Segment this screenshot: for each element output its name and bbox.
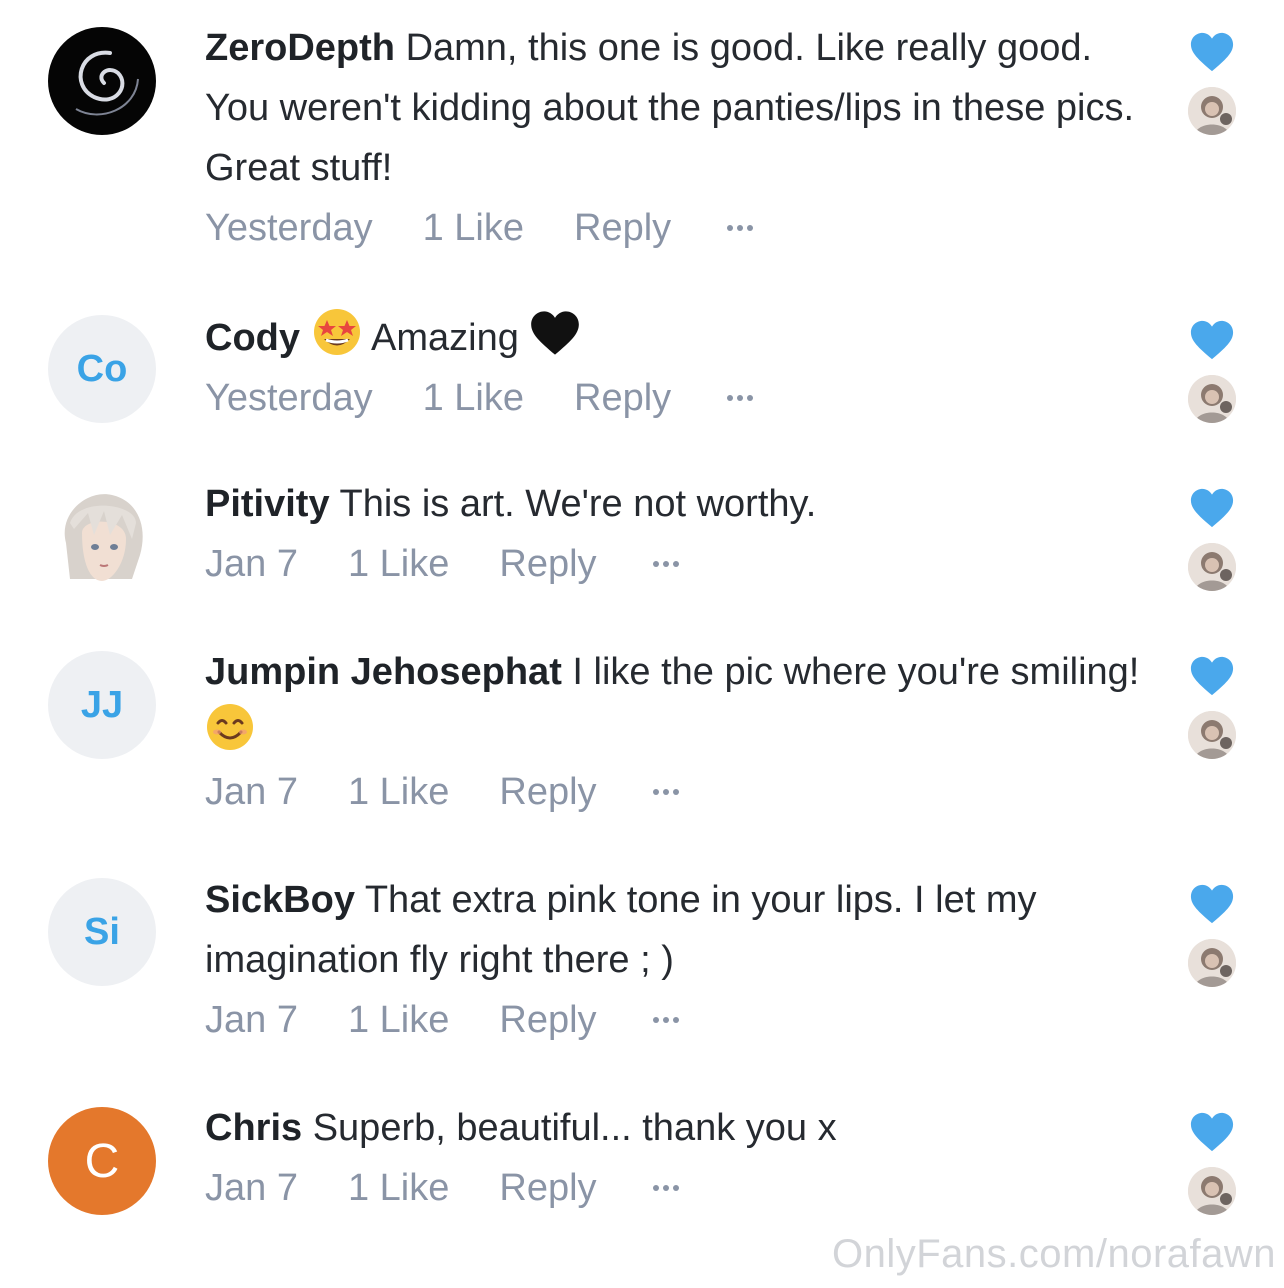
heart-icon[interactable] [1189, 318, 1235, 362]
like-count[interactable]: 1 Like [423, 207, 524, 250]
comment-text: Cody Amazing [205, 306, 1155, 368]
comment-text: SickBoy That extra pink tone in your lip… [205, 870, 1155, 990]
comment-body: This is art. We're not worthy. [339, 483, 817, 525]
comment-body: I like the pic where you're smiling! [572, 651, 1140, 693]
avatar[interactable] [48, 483, 156, 591]
star-struck-emoji-icon [313, 309, 360, 355]
comment-author[interactable]: Cody [205, 317, 300, 359]
comments-screen: ZeroDepth Damn, this one is good. Like r… [0, 0, 1284, 1288]
comment-body: Superb, beautiful... thank you x [312, 1107, 837, 1149]
more-options-icon[interactable] [727, 395, 754, 401]
avatar-initials: Co [76, 347, 128, 390]
reply-button[interactable]: Reply [499, 999, 596, 1042]
comment-text: ZeroDepth Damn, this one is good. Like r… [205, 18, 1155, 198]
smiling-face-emoji-icon [207, 704, 253, 750]
watermark: OnlyFans.com/norafawn [831, 1232, 1276, 1276]
liker-avatar[interactable] [1188, 1167, 1236, 1215]
comment-text: Jumpin Jehosephat I like the pic where y… [205, 642, 1155, 762]
comment-author[interactable]: Pitivity [205, 483, 330, 525]
reply-button[interactable]: Reply [574, 377, 671, 420]
comment-date: Yesterday [205, 376, 373, 419]
liker-avatar[interactable] [1188, 711, 1236, 759]
more-options-icon[interactable] [652, 561, 679, 567]
comment-date: Jan 7 [205, 770, 298, 813]
avatar-initials: JJ [80, 683, 124, 726]
like-count[interactable]: 1 Like [348, 771, 449, 814]
more-options-icon[interactable] [652, 1017, 679, 1023]
more-options-icon[interactable] [652, 789, 679, 795]
comment-meta: Yesterday 1 Like Reply [205, 198, 1155, 258]
avatar-initials: Si [84, 910, 120, 953]
heart-icon[interactable] [1189, 654, 1235, 698]
comment-meta: Jan 7 1 Like Reply [205, 1158, 1155, 1218]
avatar[interactable]: Co [48, 315, 156, 423]
avatar-initials: C [84, 1134, 120, 1188]
comment-text: Chris Superb, beautiful... thank you x [205, 1098, 1155, 1158]
anime-character-avatar-icon [48, 483, 156, 591]
comment-author[interactable]: ZeroDepth [205, 27, 395, 69]
comment-date: Jan 7 [205, 1166, 298, 1209]
comment-author[interactable]: SickBoy [205, 879, 355, 921]
comment-meta: Yesterday 1 Like Reply [205, 368, 1155, 428]
swirl-avatar-icon [75, 50, 139, 116]
reply-button[interactable]: Reply [499, 771, 596, 814]
reply-button[interactable]: Reply [499, 543, 596, 586]
avatar[interactable] [48, 27, 156, 135]
heart-icon[interactable] [1189, 486, 1235, 530]
comment-author[interactable]: Jumpin Jehosephat [205, 651, 562, 693]
liker-avatar[interactable] [1188, 939, 1236, 987]
comment-date: Jan 7 [205, 542, 298, 585]
liker-avatar[interactable] [1188, 87, 1236, 135]
heart-icon[interactable] [1189, 1110, 1235, 1154]
heart-icon[interactable] [1189, 882, 1235, 926]
comment-author[interactable]: Chris [205, 1107, 302, 1149]
comment-date: Jan 7 [205, 998, 298, 1041]
comment-meta: Jan 7 1 Like Reply [205, 762, 1155, 822]
liker-avatar[interactable] [1188, 543, 1236, 591]
avatar[interactable]: C [48, 1107, 156, 1215]
black-heart-emoji-icon [531, 311, 580, 355]
liker-avatar[interactable] [1188, 375, 1236, 423]
comment-date: Yesterday [205, 206, 373, 249]
reply-button[interactable]: Reply [499, 1167, 596, 1210]
comment-meta: Jan 7 1 Like Reply [205, 990, 1155, 1050]
reply-button[interactable]: Reply [574, 207, 671, 250]
more-options-icon[interactable] [652, 1185, 679, 1191]
avatar[interactable]: JJ [48, 651, 156, 759]
avatar[interactable]: Si [48, 878, 156, 986]
like-count[interactable]: 1 Like [423, 377, 524, 420]
like-count[interactable]: 1 Like [348, 1167, 449, 1210]
comment-body: Amazing [371, 317, 519, 359]
comment-text: Pitivity This is art. We're not worthy. [205, 474, 1155, 534]
more-options-icon[interactable] [727, 225, 754, 231]
heart-icon[interactable] [1189, 30, 1235, 74]
comment-meta: Jan 7 1 Like Reply [205, 534, 1155, 594]
like-count[interactable]: 1 Like [348, 999, 449, 1042]
like-count[interactable]: 1 Like [348, 543, 449, 586]
